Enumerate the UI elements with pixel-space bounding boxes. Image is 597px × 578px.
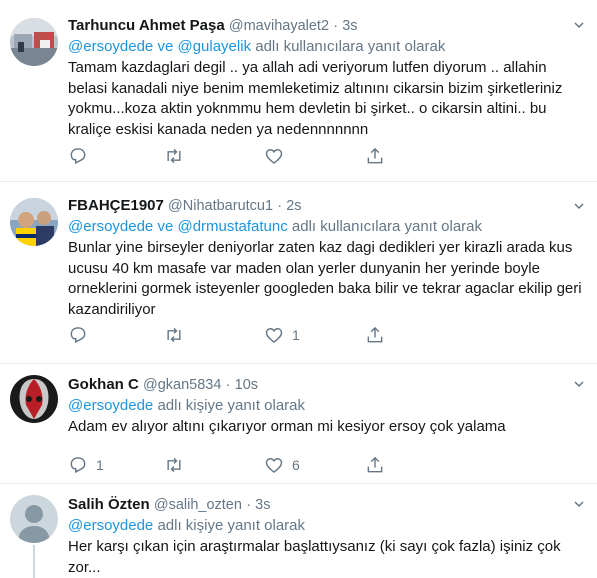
like-button[interactable]: 6: [264, 455, 300, 475]
mention-link[interactable]: @ersoydede: [68, 517, 153, 534]
share-button[interactable]: [365, 146, 385, 166]
separator-dot: ·: [277, 198, 283, 214]
avatar[interactable]: [10, 495, 58, 543]
replying-joiner: ve: [153, 218, 178, 235]
like-count: 1: [292, 327, 300, 343]
replying-suffix: adlı kullanıcılara yanıt olarak: [287, 218, 483, 235]
avatar[interactable]: [10, 18, 58, 66]
tweet-text: Adam ev alıyor altını çıkarıyor orman mi…: [68, 418, 506, 435]
reply-button[interactable]: [68, 325, 96, 345]
retweet-button[interactable]: [164, 455, 192, 475]
mention-link[interactable]: @gulayelik: [177, 38, 251, 55]
replying-to: @ersoydede adlı kişiye yanıt olarak: [68, 396, 585, 416]
display-name[interactable]: FBAHÇE1907: [68, 197, 164, 214]
timestamp[interactable]: 3s: [342, 18, 357, 34]
share-icon: [367, 456, 383, 473]
share-button[interactable]: [365, 455, 385, 475]
replying-to: @ersoydede ve @drmustafatunc adlı kullan…: [68, 217, 585, 237]
tweet-header: Salih Özten @salih_ozten · 3s: [68, 494, 585, 516]
action-bar: 1: [68, 325, 398, 345]
chevron-down-icon[interactable]: [573, 378, 585, 390]
tweet-text: Her karşı çıkan için araştırmalar başlat…: [68, 538, 561, 576]
mention-link[interactable]: @ersoydede: [68, 397, 153, 414]
display-name[interactable]: Tarhuncu Ahmet Paşa: [68, 17, 225, 34]
retweet-button[interactable]: [164, 146, 192, 166]
replying-to: @ersoydede ve @gulayelik adlı kullanıcıl…: [68, 37, 585, 57]
retweet-icon: [167, 148, 181, 164]
avatar[interactable]: [10, 198, 58, 246]
heart-icon: [265, 458, 283, 473]
chevron-down-icon[interactable]: [573, 498, 585, 510]
like-count: 6: [292, 457, 300, 473]
tweet-header: FBAHÇE1907 @Nihatbarutcu1 · 2s: [68, 195, 585, 217]
mention-link[interactable]: @ersoydede: [68, 218, 153, 235]
tweet-header: Tarhuncu Ahmet Paşa @mavihayalet2 · 3s: [68, 15, 585, 37]
reply-icon: [70, 457, 86, 474]
avatar[interactable]: [10, 375, 58, 423]
reply-count: 1: [96, 457, 104, 473]
action-bar: [68, 146, 398, 166]
user-handle[interactable]: @Nihatbarutcu1: [168, 198, 273, 214]
replying-to: @ersoydede adlı kişiye yanıt olarak: [68, 516, 585, 536]
retweet-icon: [167, 457, 181, 473]
tweet-header: Gokhan C @gkan5834 · 10s: [68, 374, 585, 396]
replying-suffix: adlı kişiye yanıt olarak: [153, 517, 306, 534]
share-icon: [367, 326, 383, 343]
heart-icon: [265, 328, 283, 343]
action-bar: 1 6: [68, 455, 398, 475]
separator-dot: ·: [246, 497, 251, 513]
replying-suffix: adlı kullanıcılara yanıt olarak: [251, 38, 446, 55]
timestamp[interactable]: 2s: [286, 198, 301, 214]
tweet-feed: Tarhuncu Ahmet Paşa @mavihayalet2 · 3s @…: [0, 0, 597, 578]
reply-icon: [70, 327, 86, 344]
user-handle[interactable]: @gkan5834: [143, 377, 221, 393]
replying-suffix: adlı kişiye yanıt olarak: [153, 397, 306, 414]
tweet-text: Bunlar yine birseyler deniyorlar zaten k…: [68, 239, 582, 318]
tweet[interactable]: Tarhuncu Ahmet Paşa @mavihayalet2 · 3s @…: [0, 0, 597, 182]
like-button[interactable]: [264, 146, 292, 166]
tweet[interactable]: Gokhan C @gkan5834 · 10s @ersoydede adlı…: [0, 363, 597, 484]
display-name[interactable]: Salih Özten: [68, 496, 150, 513]
user-handle[interactable]: @mavihayalet2: [229, 18, 329, 34]
timestamp[interactable]: 3s: [255, 497, 270, 513]
share-button[interactable]: [365, 325, 385, 345]
tweet-text: Tamam kazdaglari degil .. ya allah adi v…: [68, 59, 563, 138]
chevron-down-icon[interactable]: [573, 19, 585, 31]
timestamp[interactable]: 10s: [235, 377, 258, 393]
reply-button[interactable]: 1: [68, 455, 104, 475]
retweet-icon: [167, 327, 181, 343]
thread-line: [33, 545, 35, 578]
display-name[interactable]: Gokhan C: [68, 376, 139, 393]
chevron-down-icon[interactable]: [573, 200, 585, 212]
replying-joiner: ve: [153, 38, 178, 55]
mention-link[interactable]: @drmustafatunc: [177, 218, 287, 235]
like-button[interactable]: 1: [264, 325, 300, 345]
tweet[interactable]: FBAHÇE1907 @Nihatbarutcu1 · 2s @ersoyded…: [0, 181, 597, 364]
separator-dot: ·: [225, 377, 231, 393]
share-icon: [367, 147, 383, 164]
reply-button[interactable]: [68, 146, 96, 166]
separator-dot: ·: [333, 18, 339, 34]
heart-icon: [265, 149, 283, 164]
reply-icon: [70, 148, 86, 165]
retweet-button[interactable]: [164, 325, 192, 345]
user-handle[interactable]: @salih_ozten: [154, 497, 242, 513]
mention-link[interactable]: @ersoydede: [68, 38, 153, 55]
tweet[interactable]: Salih Özten @salih_ozten · 3s @ersoydede…: [0, 483, 597, 578]
